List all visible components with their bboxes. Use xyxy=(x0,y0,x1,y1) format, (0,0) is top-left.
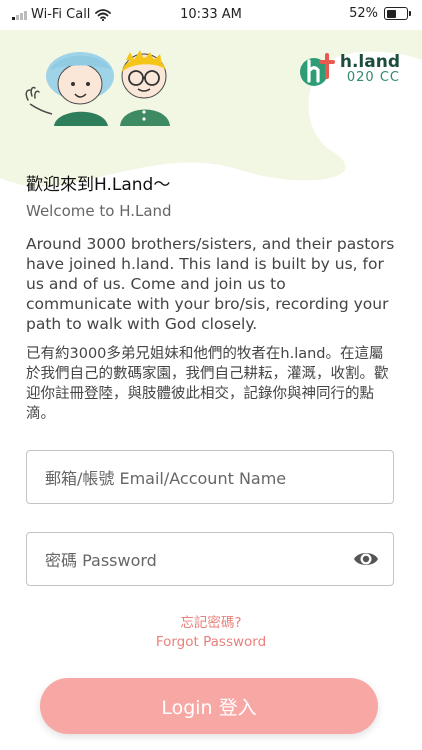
intro-text-en: Around 3000 brothers/sisters, and their … xyxy=(26,235,395,333)
login-screen: Wi-Fi Call 10:33 AM 52% h.land 020 CC 歡迎… xyxy=(0,0,422,750)
eye-icon[interactable] xyxy=(353,548,379,570)
h-cross-logo-icon xyxy=(299,53,335,86)
welcome-section: 歡迎來到H.Land～ Welcome to H.Land Around 300… xyxy=(26,172,396,424)
password-field[interactable] xyxy=(26,532,394,587)
password-input[interactable] xyxy=(43,533,347,587)
brand-subtitle: 020 CC xyxy=(346,70,400,85)
brand-name: h.land xyxy=(339,52,400,72)
forgot-password-zh[interactable]: 忘記密碼? xyxy=(0,614,422,633)
battery-percent: 52% xyxy=(349,6,378,21)
status-bar: Wi-Fi Call 10:33 AM 52% xyxy=(0,0,422,30)
brand-logo: h.land 020 CC xyxy=(299,53,400,87)
forgot-password-en[interactable]: Forgot Password xyxy=(0,633,422,652)
intro-text-zh: 已有約3000多弟兄姐妹和他們的牧者在h.land。在這屬於我們自己的數碼家園，… xyxy=(26,346,389,422)
account-input[interactable] xyxy=(43,451,347,505)
battery-icon xyxy=(384,7,411,20)
welcome-title-zh: 歡迎來到H.Land～ xyxy=(26,175,171,195)
forgot-password-link[interactable]: 忘記密碼? Forgot Password xyxy=(0,614,422,652)
brand-text: h.land 020 CC xyxy=(340,53,400,85)
waving-kids-illustration xyxy=(25,50,170,126)
battery-fill xyxy=(386,9,397,18)
status-right: 52% xyxy=(349,6,411,21)
account-field[interactable] xyxy=(26,450,394,505)
login-button[interactable]: Login 登入 xyxy=(40,678,378,734)
welcome-title-en: Welcome to H.Land xyxy=(26,202,172,220)
